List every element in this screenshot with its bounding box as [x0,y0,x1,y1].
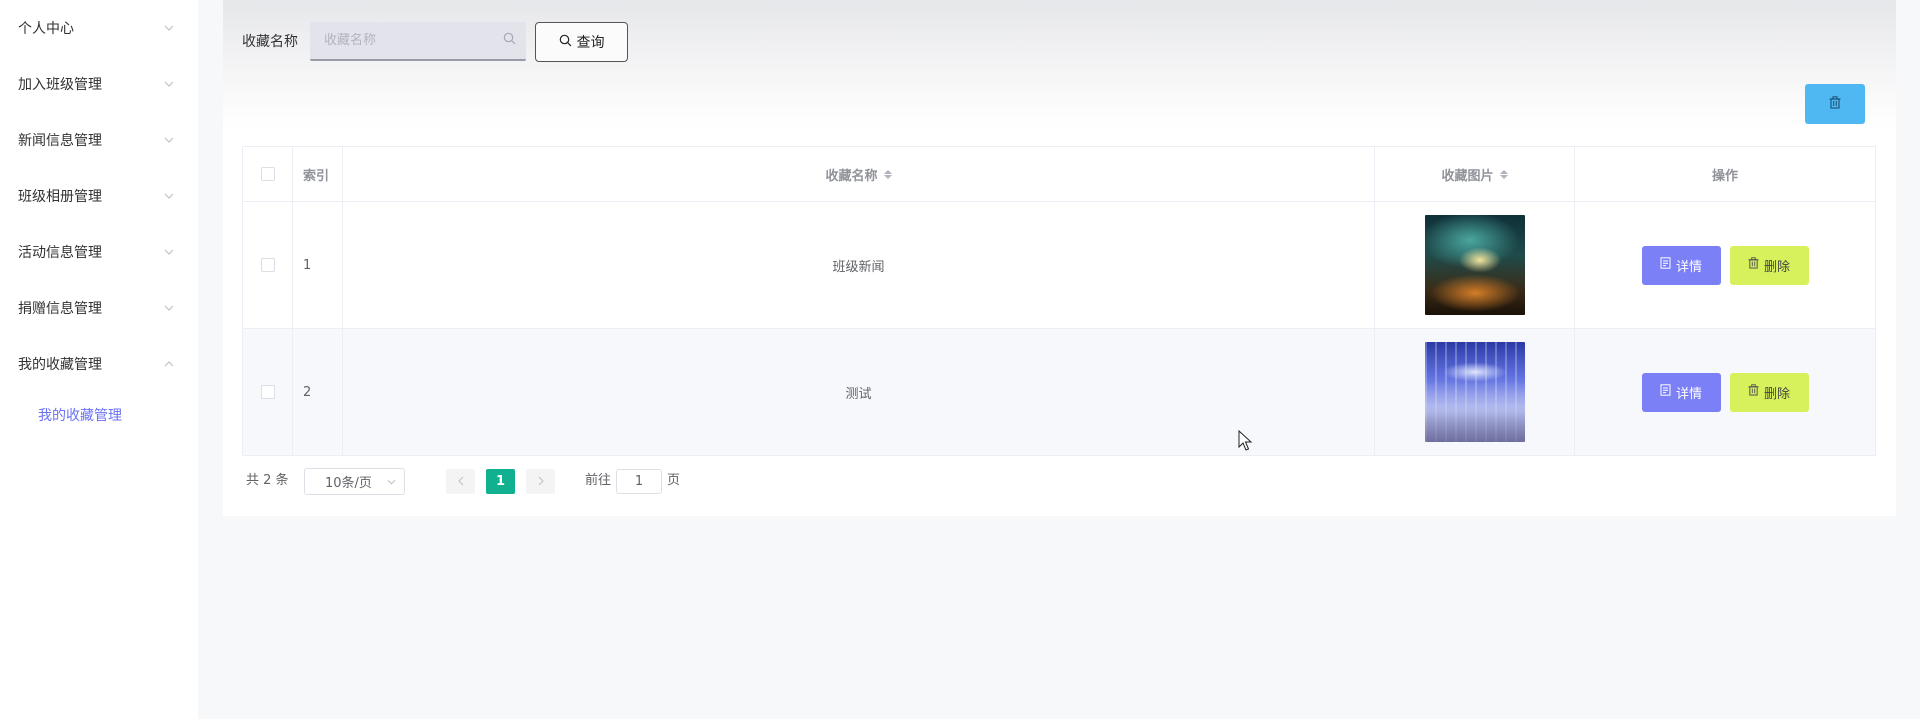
chevron-down-icon [162,301,176,315]
header-actions: 操作 [1711,168,1738,184]
search-input[interactable] [324,33,503,48]
sidebar-item-label: 加入班级管理 [18,77,102,93]
night-scene-thumbnail[interactable] [1424,215,1525,315]
detail-button[interactable]: 详情 [1641,372,1721,412]
sidebar-item-label: 活动信息管理 [18,245,102,261]
chevron-left-icon [457,474,464,490]
sidebar-item-label: 我的收藏管理 [18,357,102,373]
row-actions: 详情 删除 [1575,202,1875,328]
header-index: 索引 [293,147,343,201]
page-unit-label: 页 [667,473,681,488]
page-number-current[interactable]: 1 [486,469,515,494]
chevron-down-icon [162,189,176,203]
delete-button-label: 删除 [1763,259,1790,275]
header-name[interactable]: 收藏名称 [343,147,1375,201]
sidebar-item-label: 新闻信息管理 [18,133,102,149]
search-area [223,0,1896,128]
chevron-down-icon [162,77,176,91]
chevron-right-icon [538,474,544,490]
sort-icon[interactable] [883,169,892,179]
row-checkbox[interactable] [260,385,275,399]
table-row: 1 班级新闻 详情 删除 [243,202,1875,329]
document-icon [1660,384,1671,400]
sidebar-item-news[interactable]: 新闻信息管理 [0,112,198,168]
search-label: 收藏名称 [242,34,298,50]
row-checkbox-cell [243,329,293,455]
detail-button-label: 详情 [1675,386,1702,402]
row-checkbox[interactable] [260,258,275,272]
sidebar: 个人中心 加入班级管理 新闻信息管理 班级相册管理 活动信息管理 捐赠信息管理 [0,0,198,719]
table-header-row: 索引 收藏名称 收藏图片 操作 [243,147,1875,202]
sidebar-item-label: 班级相册管理 [18,189,102,205]
search-box[interactable] [310,22,526,61]
header-image-label: 收藏图片 [1441,168,1494,184]
delete-button[interactable]: 删除 [1729,245,1809,285]
row-name: 测试 [343,329,1375,455]
delete-button-label: 删除 [1763,386,1790,402]
chevron-up-icon [162,357,176,371]
query-button-label: 查询 [576,35,605,51]
row-checkbox-cell [243,202,293,328]
select-all-checkbox[interactable] [260,167,275,181]
next-page-button[interactable] [526,469,555,494]
main-panel: 收藏名称 查询 索引 收藏名称 收藏图片 [223,0,1896,516]
hall-interior-thumbnail[interactable] [1424,342,1525,442]
sidebar-subitem-my-favorites[interactable]: 我的收藏管理 [0,395,198,435]
row-index: 1 [293,202,343,328]
sort-icon[interactable] [1499,169,1508,179]
delete-button[interactable]: 删除 [1729,372,1809,412]
sidebar-item-join-class[interactable]: 加入班级管理 [0,56,198,112]
header-checkbox-cell [243,147,293,201]
trash-icon [1748,384,1759,400]
pagination: 共 2 条 10条/页 1 前往 页 [246,466,846,496]
row-image-cell [1375,202,1575,328]
row-name: 班级新闻 [343,202,1375,328]
row-actions: 详情 删除 [1575,329,1875,455]
mouse-cursor-icon [1238,429,1254,452]
pagination-total: 共 2 条 [246,473,289,488]
chevron-down-icon [387,474,396,489]
table-row: 2 测试 详情 删除 [243,329,1875,455]
search-icon [559,34,572,51]
search-icon [503,32,516,49]
favorites-table: 索引 收藏名称 收藏图片 操作 1 班级新闻 详情 删除 2 测试 详情 删除 [242,146,1876,456]
goto-page-input[interactable] [616,469,662,494]
chevron-down-icon [162,21,176,35]
header-image[interactable]: 收藏图片 [1375,147,1575,201]
header-name-label: 收藏名称 [825,168,878,184]
document-icon [1660,257,1671,273]
chevron-down-icon [162,133,176,147]
sidebar-item-class-album[interactable]: 班级相册管理 [0,168,198,224]
prev-page-button[interactable] [446,469,475,494]
detail-button[interactable]: 详情 [1641,245,1721,285]
row-index: 2 [293,329,343,455]
trash-icon [1829,95,1841,113]
sidebar-item-donation[interactable]: 捐赠信息管理 [0,280,198,336]
sidebar-item-personal-center[interactable]: 个人中心 [0,0,198,56]
sidebar-item-label: 捐赠信息管理 [18,301,102,317]
query-button[interactable]: 查询 [535,22,628,62]
page-size-value: 10条/页 [325,476,372,491]
sidebar-item-label: 个人中心 [18,21,74,37]
detail-button-label: 详情 [1675,259,1702,275]
goto-label: 前往 [585,473,612,488]
chevron-down-icon [162,245,176,259]
page-size-select[interactable]: 10条/页 [304,468,405,495]
sidebar-item-activity[interactable]: 活动信息管理 [0,224,198,280]
batch-delete-button[interactable] [1805,84,1865,124]
trash-icon [1748,257,1759,273]
row-image-cell [1375,329,1575,455]
sidebar-item-my-favorites[interactable]: 我的收藏管理 [0,336,198,392]
